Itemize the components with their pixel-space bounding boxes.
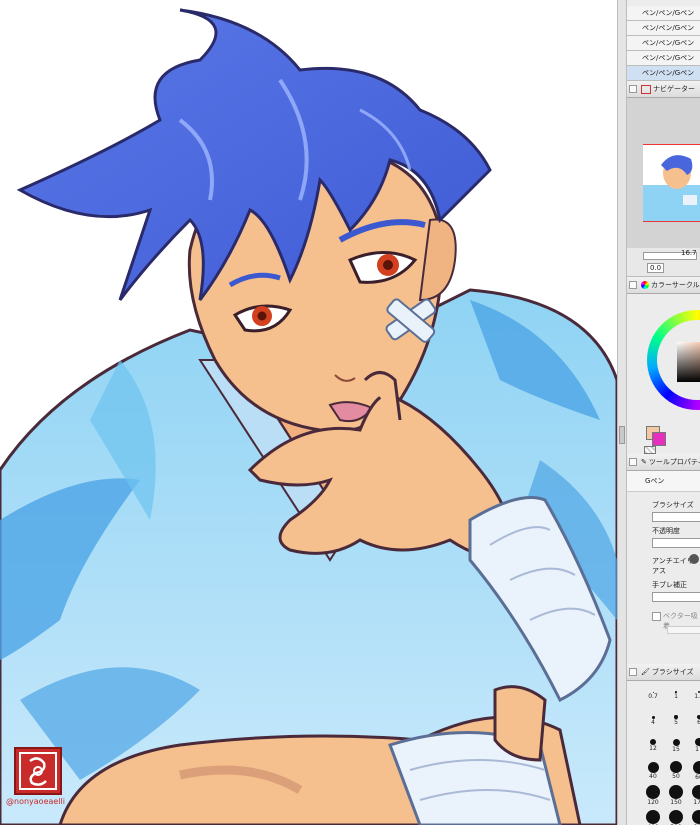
color-wheel-icon <box>641 281 649 289</box>
brush-size-option[interactable]: 150 <box>665 785 687 808</box>
artist-signature: @nonyaoeaelli <box>6 797 65 806</box>
rotate-value[interactable]: 0.0 <box>647 263 665 273</box>
zoom-value[interactable]: 16.7 <box>681 249 697 257</box>
brush-size-value: 12 <box>649 745 657 752</box>
brush-size-header[interactable]: 🖌 ブラシサイズ <box>627 664 700 681</box>
brush-size-dot-icon <box>647 761 659 773</box>
brush-size-dot-icon <box>672 738 680 746</box>
tool-title: ツールプロパティ <box>648 458 700 466</box>
vector-snap-checkbox[interactable] <box>652 612 661 621</box>
brush-size-option[interactable]: 5 <box>665 710 687 733</box>
scrollbar-thumb[interactable] <box>619 426 625 444</box>
stamp-glyph-icon <box>19 752 57 790</box>
artist-stamp <box>14 747 62 795</box>
tool-property-header[interactable]: ✎ ツールプロパティ <box>627 454 700 471</box>
tool-name: Gペン <box>645 477 665 485</box>
stabilization-label: 手ブレ補正 <box>652 581 687 589</box>
layer-row[interactable]: ペン/ペン/Gペン <box>627 36 700 51</box>
layer-row[interactable]: ペン/ペン/Gペン <box>627 6 700 21</box>
tool-properties: ブラシサイズ 不透明度 アンチエイリアス 手ブレ補正 ベクター吸着 <box>627 492 700 664</box>
brush-size-option[interactable]: 1.5 <box>688 685 700 708</box>
brush-size-dot-icon <box>692 785 700 799</box>
brush-size-option[interactable]: 6 <box>688 710 700 733</box>
brush-size-dot-icon <box>669 785 683 799</box>
thumbnail-artwork <box>643 155 700 221</box>
tool-name-row[interactable]: Gペン <box>627 471 700 492</box>
color-circle-area <box>627 294 700 454</box>
brush-size-value: 150 <box>670 799 682 806</box>
brush-size-option[interactable]: 40 <box>642 760 664 783</box>
brush-size-dot-icon <box>669 810 683 824</box>
vector-slider[interactable] <box>667 626 700 634</box>
navigator-preview[interactable] <box>627 98 700 248</box>
brush-size-value: 60 <box>695 773 700 781</box>
opacity-label: 不透明度 <box>652 527 680 535</box>
brush-size-option[interactable]: 120 <box>642 785 664 808</box>
brush-icon: 🖌 <box>641 668 650 676</box>
transparent-color-swatch[interactable] <box>644 446 656 454</box>
brush-size-option[interactable]: 12 <box>642 735 664 758</box>
antialias-toggle[interactable] <box>689 554 699 564</box>
layer-row-selected[interactable]: ペン/ペン/Gペン <box>627 66 700 81</box>
brush-size-dot-icon <box>692 760 700 774</box>
navigator-controls: 16.7 0.0 <box>627 248 700 277</box>
side-panel: ペン/ペン/Gペン ペン/ペン/Gペン ペン/ペン/Gペン ペン/ペン/Gペン … <box>627 0 700 825</box>
canvas-scrollbar[interactable] <box>617 0 627 825</box>
brush-size-value: 40 <box>649 772 657 780</box>
brush-size-value: 0.7 <box>648 692 658 700</box>
brush-size-label: ブラシサイズ <box>652 501 694 509</box>
navigator-header[interactable]: ナビゲーター <box>627 81 700 98</box>
brush-size-slider[interactable] <box>652 512 700 522</box>
navigator-icon <box>641 84 651 94</box>
panel-grip-icon[interactable] <box>629 85 637 93</box>
brush-size-dot-icon <box>646 785 660 799</box>
sub-color-swatch[interactable] <box>652 432 666 446</box>
brush-size-option[interactable]: 4 <box>642 710 664 733</box>
brush-size-option[interactable]: 15 <box>665 735 687 758</box>
panel-grip-icon[interactable] <box>629 281 637 289</box>
panel-grip-icon[interactable] <box>629 668 637 676</box>
stabilization-slider[interactable] <box>652 592 700 602</box>
opacity-slider[interactable] <box>652 538 700 548</box>
brush-size-option[interactable]: 0.7 <box>642 685 664 708</box>
brush-size-option[interactable]: 170 <box>688 785 700 808</box>
brush-size-value: 1.5 <box>694 693 700 700</box>
brush-size-dot-icon <box>670 761 682 773</box>
brush-size-option[interactable]: 60 <box>688 760 700 783</box>
brush-size-value: 4 <box>651 718 655 726</box>
layer-row[interactable]: ペン/ペン/Gペン <box>627 51 700 66</box>
brush-size-value: 120 <box>647 799 659 806</box>
brush-size-title: ブラシサイズ <box>651 668 694 676</box>
brush-size-option[interactable]: 400 <box>642 810 664 825</box>
brush-size-option[interactable]: 1 <box>665 685 687 708</box>
brush-size-dot-icon <box>646 810 660 824</box>
brush-size-value: 6 <box>697 719 700 726</box>
brush-size-option[interactable]: 500 <box>665 810 687 825</box>
brush-size-value: 50 <box>672 773 680 780</box>
layer-list: ペン/ペン/Gペン ペン/ペン/Gペン ペン/ペン/Gペン ペン/ペン/Gペン … <box>627 6 700 81</box>
panel-grip-icon[interactable] <box>629 458 637 466</box>
brush-size-option[interactable]: 50 <box>665 760 687 783</box>
navigator-title: ナビゲーター <box>653 85 695 93</box>
brush-size-option[interactable]: 17 <box>688 735 700 758</box>
brush-size-dot-icon <box>695 738 700 746</box>
brush-size-value: 170 <box>693 799 700 806</box>
brush-size-value: 17 <box>695 746 700 753</box>
layer-row[interactable]: ペン/ペン/Gペン <box>627 21 700 36</box>
brush-size-value: 15 <box>672 745 680 753</box>
navigator-thumbnail[interactable] <box>643 144 700 222</box>
brush-size-value: 1 <box>674 692 678 700</box>
pen-tool-icon: ✎ <box>641 458 647 466</box>
drawing-canvas[interactable]: @nonyaoeaelli <box>0 0 617 825</box>
brush-size-dot-icon <box>692 810 700 824</box>
character-artwork <box>0 8 617 825</box>
color-circle-header[interactable]: カラーサークル <box>627 277 700 294</box>
brush-size-option[interactable]: 600 <box>688 810 700 825</box>
brush-size-palette: 0.7 1 1.5 4 5 6 12 15 17 40 50 60 120 150 170 400500600 <box>627 681 700 825</box>
color-title: カラーサークル <box>651 281 700 289</box>
saturation-brightness-square[interactable] <box>677 342 700 382</box>
brush-size-value: 5 <box>674 718 678 726</box>
